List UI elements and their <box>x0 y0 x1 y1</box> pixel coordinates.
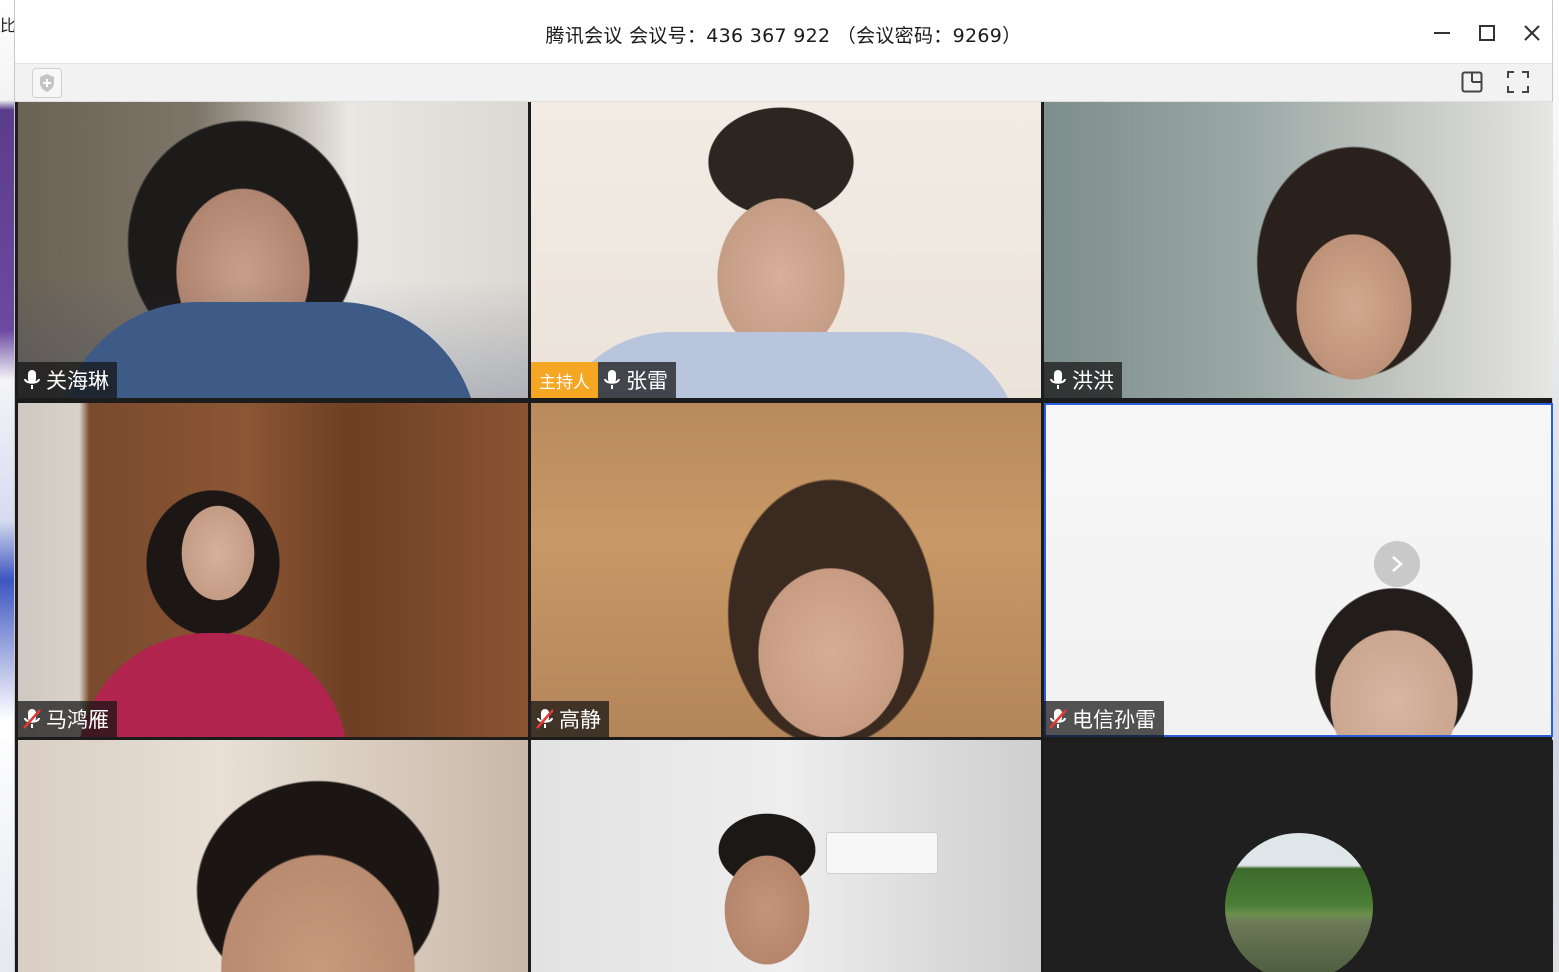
participant-label: 高静 <box>531 701 609 737</box>
sweater-shape <box>58 302 478 398</box>
video-tile[interactable]: 主持人 张雷 <box>531 102 1041 398</box>
air-conditioner-shape <box>826 832 938 874</box>
layout-button[interactable] <box>1458 68 1486 96</box>
shield-icon <box>40 74 54 92</box>
maximize-button[interactable] <box>1472 18 1502 48</box>
avatar <box>1225 833 1373 972</box>
microphone-muted-icon <box>535 708 555 730</box>
video-tile[interactable]: 洪洪 <box>1044 102 1553 398</box>
layout-icon <box>1461 71 1483 93</box>
desktop-background-right <box>1553 0 1559 972</box>
participant-name: 电信孙雷 <box>1072 708 1156 732</box>
maximize-icon <box>1479 25 1495 41</box>
participant-name: 关海琳 <box>46 369 109 393</box>
security-button[interactable] <box>32 68 62 98</box>
participant-name: 马鸿雁 <box>46 708 109 732</box>
jacket-shape <box>78 633 348 737</box>
participant-name: 洪洪 <box>1072 369 1114 393</box>
close-button[interactable] <box>1517 18 1547 48</box>
meeting-window: 腾讯会议 会议号：436 367 922 （会议密码：9269） 关海琳 主持人… <box>14 0 1553 972</box>
microphone-icon <box>22 369 42 391</box>
video-tile[interactable] <box>531 740 1041 972</box>
next-page-button[interactable] <box>1374 541 1420 587</box>
meeting-title: 腾讯会议 会议号：436 367 922 （会议密码：9269） <box>545 25 1022 47</box>
minimize-icon <box>1434 32 1450 34</box>
participant-label: 电信孙雷 <box>1044 701 1164 737</box>
participant-label: 马鸿雁 <box>18 701 117 737</box>
minimize-button[interactable] <box>1427 18 1457 48</box>
video-tile[interactable]: 马鸿雁 <box>18 403 528 737</box>
video-tile[interactable] <box>1044 740 1553 972</box>
participant-name: 张雷 <box>626 369 668 393</box>
video-tile[interactable]: 关海琳 <box>18 102 528 398</box>
microphone-icon <box>1048 369 1068 391</box>
participant-label: 关海琳 <box>18 362 117 398</box>
video-tile-selected[interactable]: 电信孙雷 <box>1044 403 1553 737</box>
host-badge: 主持人 <box>531 362 598 398</box>
video-tile[interactable] <box>18 740 528 972</box>
participant-label: 主持人 张雷 <box>531 362 676 398</box>
video-tile[interactable]: 高静 <box>531 403 1041 737</box>
title-bar[interactable]: 腾讯会议 会议号：436 367 922 （会议密码：9269） <box>15 0 1552 64</box>
participant-name: 高静 <box>559 708 601 732</box>
microphone-icon <box>602 369 622 391</box>
fullscreen-button[interactable] <box>1504 68 1532 96</box>
microphone-muted-icon <box>1048 708 1068 730</box>
chevron-right-icon <box>1392 556 1403 572</box>
microphone-muted-icon <box>22 708 42 730</box>
participant-label: 洪洪 <box>1044 362 1122 398</box>
meeting-toolbar <box>15 64 1552 102</box>
close-icon <box>1524 25 1540 41</box>
fullscreen-icon <box>1507 71 1529 93</box>
desktop-background-left <box>0 0 14 972</box>
